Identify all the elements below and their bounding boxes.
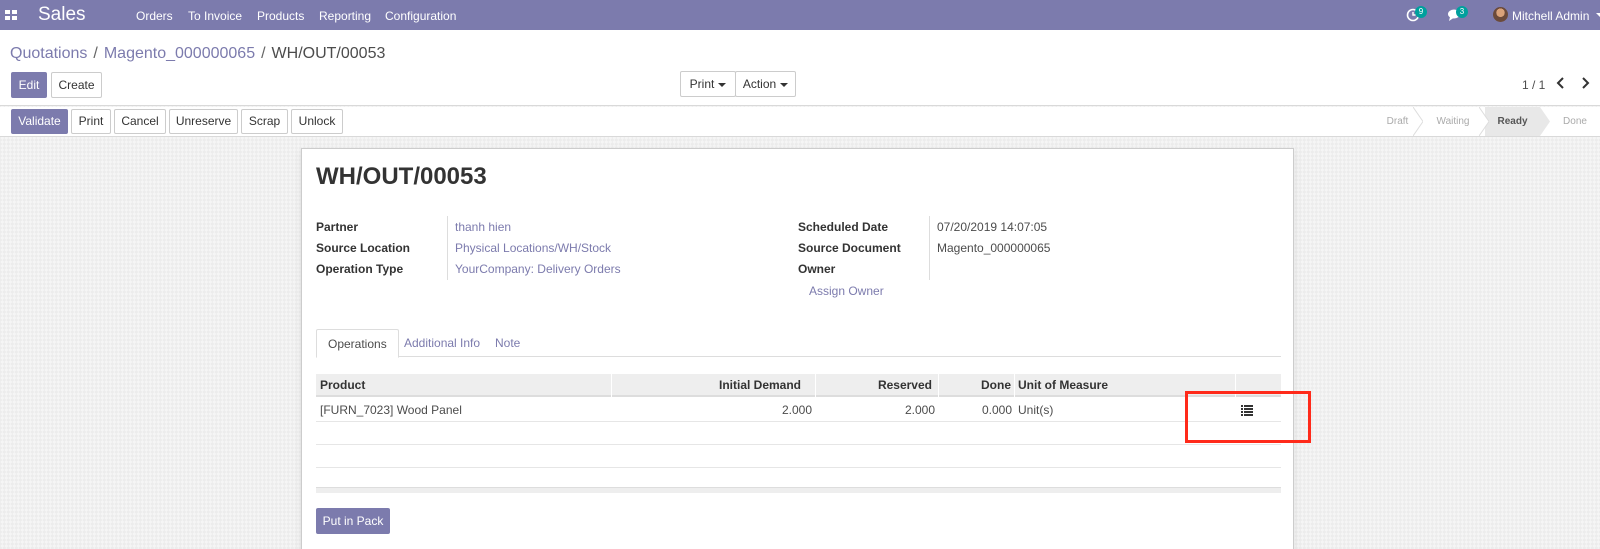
stage-draft: Draft — [1386, 116, 1409, 127]
breadcrumb-separator: / — [261, 45, 266, 62]
operation-type-value-link[interactable]: YourCompany: Delivery Orders — [455, 262, 621, 276]
menu-to-invoice[interactable]: To Invoice — [188, 9, 242, 23]
user-menu-name[interactable]: Mitchell Admin — [1512, 9, 1589, 23]
column-header-actions — [1236, 374, 1281, 397]
unlock-button[interactable]: Unlock — [291, 109, 343, 134]
print-button[interactable]: Print — [71, 109, 111, 134]
field-divider — [929, 216, 930, 280]
source-location-value-link[interactable]: Physical Locations/WH/Stock — [455, 241, 611, 255]
column-header-reserved[interactable]: Reserved — [816, 374, 939, 397]
cell-unit-of-measure[interactable]: Unit(s) — [1018, 399, 1053, 422]
menu-configuration[interactable]: Configuration — [385, 9, 456, 23]
menu-reporting[interactable]: Reporting — [319, 9, 371, 23]
column-header-initial-demand[interactable]: Initial Demand — [612, 374, 816, 397]
print-caret-icon — [718, 82, 727, 87]
empty-table-row — [316, 445, 1281, 468]
cell-initial-demand[interactable]: 2.000 — [612, 399, 812, 422]
action-dropdown-button[interactable]: Action — [735, 71, 796, 97]
user-menu-caret-icon[interactable] — [1596, 13, 1600, 17]
unreserve-button[interactable]: Unreserve — [169, 109, 238, 134]
empty-table-row — [316, 422, 1281, 445]
tab-operations[interactable]: Operations — [316, 329, 399, 358]
table-footer — [316, 487, 1281, 493]
pager-value[interactable]: 1 / 1 — [1522, 78, 1545, 92]
operation-type-label: Operation Type — [316, 262, 404, 276]
activity-count-badge: 9 — [1415, 6, 1427, 18]
cell-product[interactable]: [FURN_7023] Wood Panel — [320, 399, 462, 422]
breadcrumb-current: WH/OUT/00053 — [271, 45, 386, 62]
tab-note[interactable]: Note — [484, 329, 531, 358]
table-header: Product Initial Demand Reserved Done Uni… — [316, 374, 1281, 397]
menu-products[interactable]: Products — [257, 9, 304, 23]
stage-ready: Ready — [1485, 107, 1540, 136]
column-header-product[interactable]: Product — [316, 374, 612, 397]
action-caret-icon — [780, 82, 789, 87]
app-name: Sales — [38, 4, 86, 25]
stage-chevron-icon — [1479, 107, 1489, 136]
stage-waiting: Waiting — [1436, 116, 1470, 127]
partner-label: Partner — [316, 220, 359, 234]
stage-chevron-icon — [1413, 107, 1423, 136]
apps-menu-icon[interactable] — [5, 10, 17, 20]
detailed-operations-list-icon[interactable] — [1241, 405, 1253, 416]
cell-done[interactable]: 0.000 — [939, 399, 1012, 422]
form-sheet: WH/OUT/00053 Partner Source Location Ope… — [301, 148, 1294, 549]
breadcrumb-separator: / — [93, 45, 98, 62]
message-count-badge: 3 — [1456, 6, 1468, 18]
column-header-done[interactable]: Done — [939, 374, 1015, 397]
print-dropdown-label: Print — [689, 77, 715, 91]
source-location-label: Source Location — [316, 241, 411, 255]
menu-orders[interactable]: Orders — [136, 9, 173, 23]
print-dropdown-button[interactable]: Print — [680, 71, 736, 97]
scrap-button[interactable]: Scrap — [241, 109, 288, 134]
scheduled-date-label: Scheduled Date — [798, 220, 889, 234]
source-document-label: Source Document — [798, 241, 901, 255]
create-button[interactable]: Create — [51, 72, 102, 98]
put-in-pack-button[interactable]: Put in Pack — [316, 508, 390, 534]
breadcrumb-quotations[interactable]: Quotations — [10, 45, 87, 62]
control-panel: Quotations / Magento_000000065 / WH/OUT/0005… — [0, 30, 1600, 106]
field-divider — [447, 216, 448, 280]
cancel-button[interactable]: Cancel — [114, 109, 166, 134]
pager-previous-icon[interactable] — [1552, 74, 1570, 92]
notebook-tabs: Operations Additional Info Note — [316, 329, 1281, 358]
stage-done: Done — [1563, 116, 1587, 127]
tab-additional-info[interactable]: Additional Info — [393, 329, 491, 358]
pager-next-icon[interactable] — [1576, 74, 1594, 92]
stage-chevron-icon — [1540, 107, 1550, 136]
partner-value-link[interactable]: thanh hien — [455, 220, 511, 234]
statusbar: Validate Print Cancel Unreserve Scrap Un… — [0, 107, 1600, 137]
user-avatar[interactable] — [1493, 7, 1508, 22]
action-dropdown-label: Action — [742, 77, 777, 91]
source-document-value: Magento_000000065 — [937, 241, 1051, 255]
owner-label: Owner — [798, 262, 836, 276]
breadcrumb-sale-order[interactable]: Magento_000000065 — [104, 45, 255, 62]
table-row[interactable]: [FURN_7023] Wood Panel 2.000 2.000 0.000… — [316, 399, 1281, 422]
column-header-unit-of-measure[interactable]: Unit of Measure — [1015, 374, 1236, 397]
record-title: WH/OUT/00053 — [316, 163, 487, 190]
top-navbar: Sales Orders To Invoice Products Reporti… — [0, 0, 1600, 30]
breadcrumb: Quotations / Magento_000000065 / WH/OUT/0005… — [10, 45, 385, 63]
validate-button[interactable]: Validate — [11, 109, 68, 134]
assign-owner-button[interactable]: Assign Owner — [809, 284, 884, 298]
scheduled-date-value: 07/20/2019 14:07:05 — [937, 220, 1048, 234]
edit-button[interactable]: Edit — [11, 72, 47, 98]
cell-reserved: 2.000 — [904, 403, 935, 417]
